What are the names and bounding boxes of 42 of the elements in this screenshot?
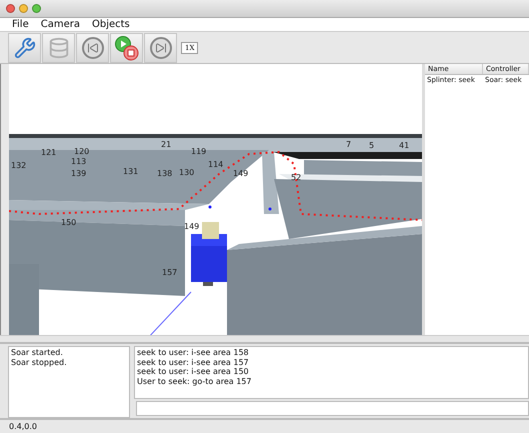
area-label: 139 (71, 169, 86, 178)
area-label: 138 (157, 169, 172, 178)
menu-item[interactable]: Objects (92, 19, 130, 30)
area-label: 132 (11, 161, 26, 170)
skip-back-icon (82, 36, 104, 58)
tools-button[interactable] (8, 32, 41, 62)
area-label: 120 (74, 147, 90, 156)
chat-message: seek to user: i-see area 150 (137, 367, 250, 376)
area-label: 7 (346, 140, 352, 149)
wrench-icon (14, 36, 36, 58)
play-stop-icon (114, 34, 140, 60)
zoom-button[interactable] (32, 4, 41, 13)
chat-message: User to seek: go-to area 157 (137, 376, 252, 386)
area-label: 119 (191, 147, 206, 156)
area-label: 113 (71, 157, 86, 166)
area-label: 21 (161, 140, 172, 149)
log-line: Soar started. (11, 348, 64, 358)
menu-item[interactable]: Camera (40, 19, 80, 30)
area-label: 130 (179, 168, 194, 177)
area-label: 149 (233, 169, 248, 178)
coordinates-text: 0.4,0.0 (9, 422, 37, 431)
message-input[interactable] (136, 401, 529, 416)
area-label: 41 (399, 141, 410, 150)
area-label: 131 (123, 167, 138, 176)
area-label: 149 (184, 222, 200, 231)
reset-button[interactable] (76, 32, 109, 62)
step-button[interactable] (144, 32, 177, 62)
skip-forward-icon (150, 36, 172, 58)
minimize-button[interactable] (19, 4, 28, 13)
menu-item[interactable]: File (12, 19, 29, 30)
area-label: 150 (61, 218, 76, 227)
area-label: 157 (162, 268, 178, 277)
log-line: Soar stopped. (11, 358, 68, 367)
area-label: 52 (291, 173, 302, 182)
area-label: 121 (41, 148, 56, 157)
database-icon (48, 36, 70, 58)
area-label: 5 (369, 141, 374, 150)
chat-message: seek to user: i-see area 157 (137, 358, 250, 367)
close-button[interactable] (6, 4, 15, 13)
chat-message: seek to user: i-see area 158 (137, 348, 250, 358)
run-stop-button[interactable] (110, 32, 143, 62)
area-label: 114 (208, 160, 224, 169)
